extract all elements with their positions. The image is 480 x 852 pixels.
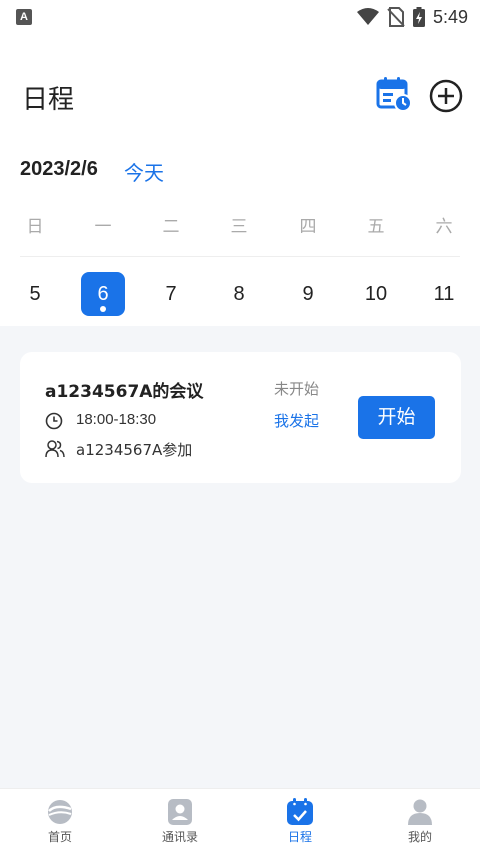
clock-icon: [45, 412, 63, 430]
home-logo-icon: [48, 800, 72, 824]
contacts-icon: [168, 799, 192, 825]
day-cell[interactable]: 10: [354, 272, 398, 316]
day-cell[interactable]: 11: [422, 272, 466, 316]
schedule-header: 日程: [0, 70, 480, 120]
tab-contacts[interactable]: 通讯录: [120, 789, 240, 852]
day-cell[interactable]: 9: [286, 272, 330, 316]
participants-icon: [45, 440, 65, 458]
week-days-row: 5 6 7 8 9 10 11: [0, 272, 480, 318]
weekday-label: 一: [94, 217, 112, 237]
weekday-label: 五: [367, 217, 385, 237]
tab-label: 我的: [407, 830, 432, 844]
meeting-time: 18:00-18:30: [76, 411, 157, 428]
tab-profile[interactable]: 我的: [360, 789, 480, 852]
tab-schedule[interactable]: 日程: [240, 789, 360, 852]
calendar-clock-button[interactable]: [376, 76, 412, 112]
meeting-initiator: 我发起: [274, 412, 320, 430]
tab-label: 首页: [47, 830, 72, 844]
battery-charging-icon: [412, 7, 425, 27]
event-dot: [100, 306, 106, 312]
profile-icon: [408, 799, 432, 825]
divider: [20, 256, 460, 257]
weekday-label: 六: [435, 217, 453, 237]
meeting-title: a1234567A的会议: [45, 382, 204, 402]
tab-home[interactable]: 首页: [0, 789, 120, 852]
day-cell[interactable]: 5: [13, 272, 57, 316]
meeting-status: 未开始: [274, 380, 320, 398]
status-icons: 5:49: [356, 6, 468, 28]
day-cell-selected[interactable]: 6: [81, 272, 125, 316]
meeting-card[interactable]: a1234567A的会议 18:00-18:30 a1234567A参加 未开始…: [20, 352, 461, 483]
current-date[interactable]: 2023/2/6: [20, 158, 98, 181]
bottom-tab-bar: 首页 通讯录 日程 我的: [0, 788, 480, 852]
date-bar: 2023/2/6 今天: [0, 152, 480, 188]
today-button[interactable]: 今天: [124, 157, 164, 186]
clock-text: 5:49: [432, 6, 468, 27]
meeting-participants: a1234567A参加: [76, 441, 193, 459]
notification-a-icon: A: [16, 9, 32, 25]
add-schedule-button[interactable]: [428, 78, 464, 114]
status-bar: A 5:49: [0, 0, 480, 34]
weekday-label: 四: [299, 217, 317, 237]
weekday-label: 二: [162, 217, 180, 237]
weekday-header: 日 一 二 三 四 五 六: [0, 212, 480, 242]
wifi-icon: [356, 8, 379, 25]
day-number: 6: [97, 283, 109, 305]
page-title: 日程: [22, 85, 75, 115]
day-cell[interactable]: 7: [149, 272, 193, 316]
no-sim-icon: [387, 7, 405, 27]
schedule-icon: [287, 798, 313, 825]
weekday-label: 三: [230, 217, 248, 237]
day-cell[interactable]: 8: [217, 272, 261, 316]
tab-label: 通讯录: [161, 830, 198, 844]
weekday-label: 日: [26, 217, 44, 237]
calendar-clock-icon: [376, 77, 412, 112]
add-circle-icon: [429, 79, 463, 113]
start-meeting-button[interactable]: 开始: [358, 396, 435, 439]
tab-label: 日程: [287, 830, 312, 844]
